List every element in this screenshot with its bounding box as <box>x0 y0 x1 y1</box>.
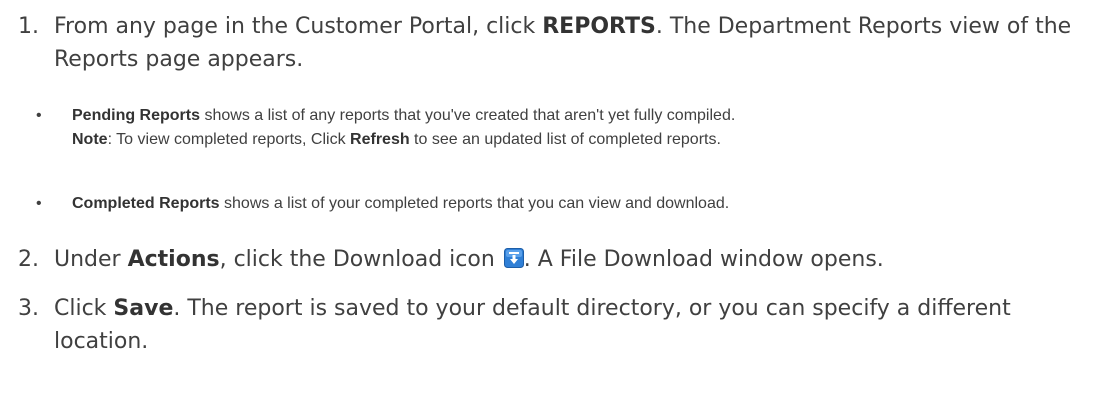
note-label: Note <box>72 131 108 148</box>
ui-term-actions: Actions <box>127 247 220 272</box>
bullet-text-segment: shows a list of any reports that you've … <box>200 107 736 124</box>
ui-term-completed-reports: Completed Reports <box>72 195 220 212</box>
step-text-segment: , click the Download icon <box>219 247 502 272</box>
note-text-segment: : To view completed reports, Click <box>107 131 351 148</box>
download-icon <box>503 248 524 268</box>
step-text-segment: From any page in the Customer Portal, cl… <box>54 14 543 39</box>
ui-term-pending-reports: Pending Reports <box>72 107 201 124</box>
bullet-text: Pending Reports shows a list of any repo… <box>72 104 1106 152</box>
step-text: From any page in the Customer Portal, cl… <box>54 10 1098 76</box>
bullet-text-segment: shows a list of your completed reports t… <box>219 195 730 212</box>
note-text-segment: to see an updated list of completed repo… <box>409 131 721 148</box>
bullet-completed-reports: • Completed Reports shows a list of your… <box>36 192 1106 216</box>
step-number: 2. <box>18 247 39 272</box>
step-2: 2. Under Actions, click the Download ico… <box>18 243 1098 276</box>
bullet-marker: • <box>36 107 42 124</box>
step-text: Under Actions, click the Download icon .… <box>54 243 1098 276</box>
document: 1. From any page in the Customer Portal,… <box>0 0 1112 395</box>
ui-term-reports: REPORTS <box>542 14 656 39</box>
step-text: Click Save. The report is saved to your … <box>54 292 1098 358</box>
bullet-pending-reports: • Pending Reports shows a list of any re… <box>36 104 1106 152</box>
bullet-marker: • <box>36 195 42 212</box>
step-number: 3. <box>18 296 39 321</box>
step-text-segment: Under <box>54 247 128 272</box>
step-text-segment: . The report is saved to your default di… <box>54 296 1011 354</box>
step-3: 3. Click Save. The report is saved to yo… <box>18 292 1098 358</box>
step-text-segment: . A File Download window opens. <box>523 247 884 272</box>
bullet-text: Completed Reports shows a list of your c… <box>72 192 1106 216</box>
ui-term-refresh: Refresh <box>350 131 410 148</box>
download-icon-bar <box>508 252 519 254</box>
step-number: 1. <box>18 14 39 39</box>
ui-term-save: Save <box>113 296 174 321</box>
step-text-segment: Click <box>54 296 114 321</box>
step-1: 1. From any page in the Customer Portal,… <box>18 10 1098 76</box>
